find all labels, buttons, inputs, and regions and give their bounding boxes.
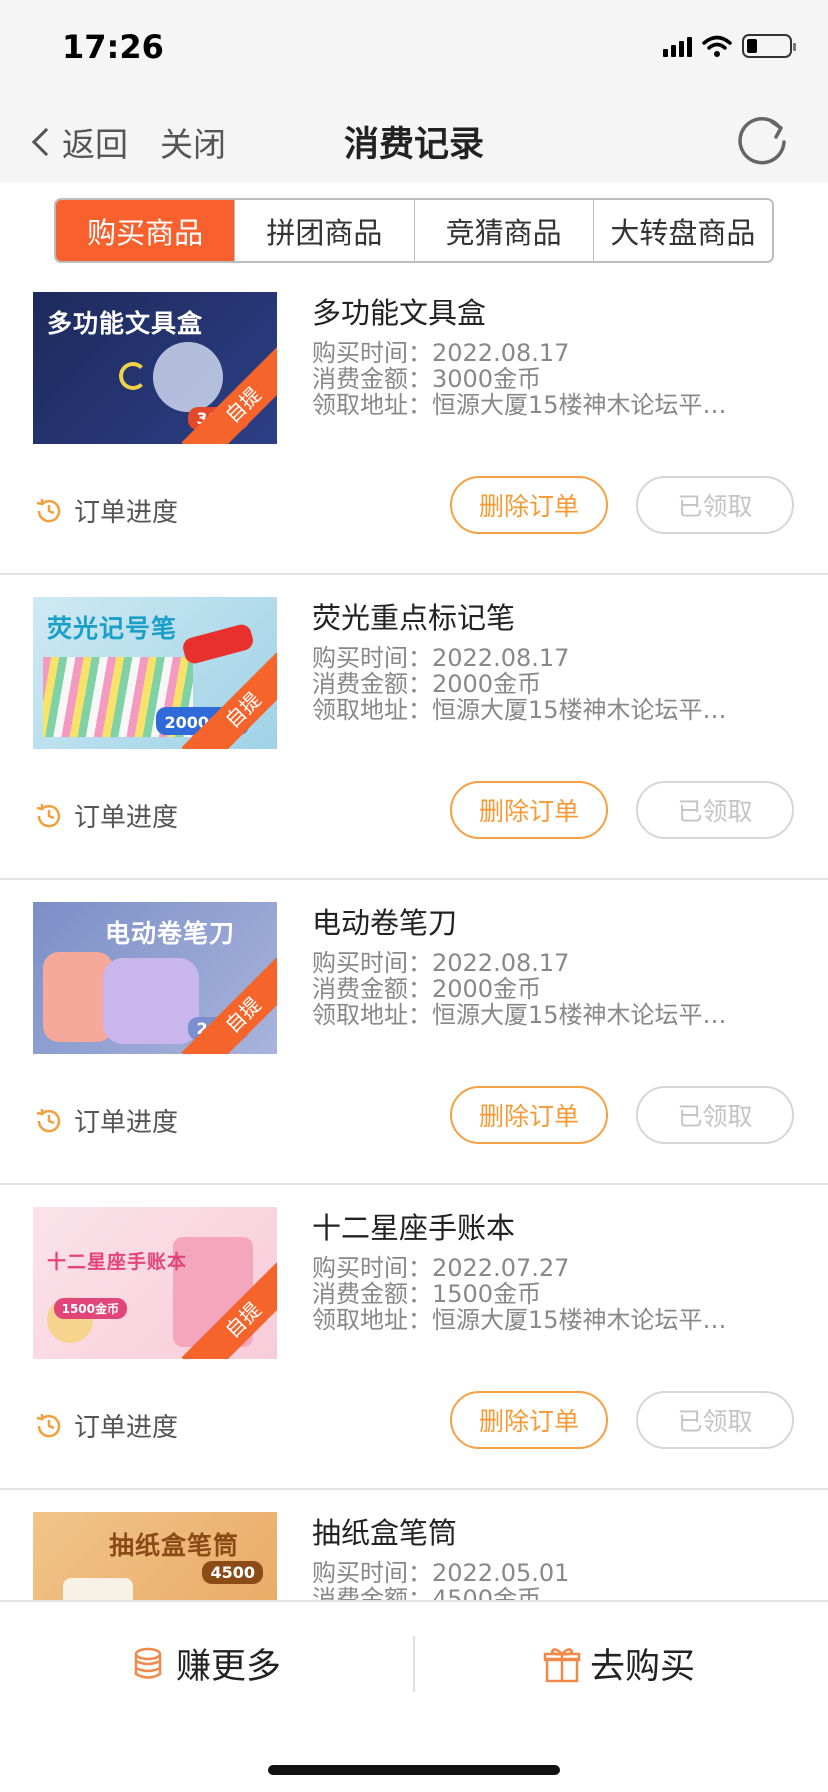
order-progress-label: 订单进度: [74, 498, 179, 528]
product-image-text: 电动卷笔刀: [105, 919, 236, 948]
product-name: 抽纸盒笔筒: [312, 1516, 458, 1550]
order-item: 抽纸盒笔筒 4500 抽纸盒笔筒 购买时间：2022.05.01 消费金额：45…: [0, 1490, 828, 1600]
product-image-text: 十二星座手账本: [47, 1251, 188, 1273]
tab-guess[interactable]: 竞猜商品: [414, 200, 594, 261]
spend-amount: 消费金额：1500金币: [312, 1280, 542, 1308]
order-item: 荧光记号笔 2000金币 自提 荧光重点标记笔 购买时间：2022.08.17 …: [0, 575, 828, 880]
delete-order-button[interactable]: 删除订单: [450, 781, 608, 839]
delete-order-button[interactable]: 删除订单: [450, 476, 608, 534]
bottom-bar: 赚更多 去购买: [0, 1600, 828, 1792]
battery-icon: [742, 34, 796, 58]
product-name: 电动卷笔刀: [312, 906, 458, 940]
tab-wheel[interactable]: 大转盘商品: [593, 200, 772, 261]
header: 17:26 返回 关闭 消费记录: [0, 0, 828, 183]
page-title: 消费记录: [343, 125, 484, 165]
status-icons: [663, 34, 796, 58]
pickup-address: 领取地址：恒源大厦15楼神木论坛平…: [312, 391, 727, 419]
earn-more-button[interactable]: 赚更多: [128, 1638, 281, 1689]
tab-purchase[interactable]: 购买商品: [56, 200, 236, 261]
pickup-address: 领取地址：恒源大厦15楼神木论坛平…: [312, 1001, 727, 1029]
spend-amount: 消费金额：2000金币: [312, 975, 542, 1003]
order-progress-link[interactable]: 订单进度: [34, 492, 178, 529]
signal-icon: [663, 35, 692, 57]
product-image: 多功能文具盒 3000 自提: [33, 292, 277, 444]
clock-history-icon: [36, 1413, 61, 1437]
order-progress-label: 订单进度: [74, 1108, 179, 1138]
order-list[interactable]: 多功能文具盒 3000 自提 多功能文具盒 购买时间：2022.08.17 消费…: [0, 270, 828, 1600]
purchase-time: 购买时间：2022.08.17: [312, 339, 570, 367]
clock-history-icon: [36, 803, 61, 827]
purchase-time: 购买时间：2022.07.27: [312, 1254, 570, 1282]
received-button[interactable]: 已领取: [636, 476, 794, 534]
order-progress-link[interactable]: 订单进度: [34, 797, 178, 834]
product-name: 十二星座手账本: [312, 1211, 516, 1245]
product-image-price: 1500金币: [53, 1298, 127, 1319]
go-buy-label: 去购买: [590, 1647, 696, 1687]
clock-history-icon: [36, 1108, 61, 1132]
product-image-text: 荧光记号笔: [47, 614, 178, 643]
status-time: 17:26: [62, 28, 164, 66]
home-indicator: [268, 1765, 560, 1775]
bottom-divider: [413, 1636, 415, 1692]
clock-history-icon: [36, 498, 61, 522]
wifi-icon: [702, 35, 732, 57]
order-item: 十二星座手账本 1500金币 自提 十二星座手账本 购买时间：2022.07.2…: [0, 1185, 828, 1490]
product-image: 十二星座手账本 1500金币 自提: [33, 1207, 277, 1359]
product-image: 电动卷笔刀 2000 自提: [33, 902, 277, 1054]
received-button[interactable]: 已领取: [636, 1391, 794, 1449]
spend-amount: 消费金额：3000金币: [312, 365, 542, 393]
delete-order-button[interactable]: 删除订单: [450, 1391, 608, 1449]
product-name: 荧光重点标记笔: [312, 601, 516, 635]
order-item: 多功能文具盒 3000 自提 多功能文具盒 购买时间：2022.08.17 消费…: [0, 270, 828, 575]
spend-amount: 消费金额：4500金币: [312, 1585, 542, 1600]
product-name: 多功能文具盒: [312, 296, 487, 330]
gift-icon: [543, 1647, 581, 1682]
order-progress-label: 订单进度: [74, 1413, 179, 1443]
tab-group-buy[interactable]: 拼团商品: [235, 200, 415, 261]
order-progress-link[interactable]: 订单进度: [34, 1102, 178, 1139]
product-image-text: 多功能文具盒: [47, 309, 204, 338]
order-progress-label: 订单进度: [74, 803, 179, 833]
purchase-time: 购买时间：2022.08.17: [312, 949, 570, 977]
order-progress-link[interactable]: 订单进度: [34, 1407, 178, 1444]
spend-amount: 消费金额：2000金币: [312, 670, 542, 698]
product-image-text: 抽纸盒笔筒: [109, 1531, 240, 1560]
pickup-address: 领取地址：恒源大厦15楼神木论坛平…: [312, 696, 727, 724]
purchase-time: 购买时间：2022.08.17: [312, 644, 570, 672]
coins-icon: [134, 1647, 162, 1679]
product-image-price: 4500: [202, 1561, 263, 1584]
product-image: 抽纸盒笔筒 4500: [33, 1512, 277, 1600]
received-button[interactable]: 已领取: [636, 1086, 794, 1144]
purchase-time: 购买时间：2022.05.01: [312, 1559, 570, 1587]
pickup-ribbon: 自提: [181, 648, 277, 749]
pickup-address: 领取地址：恒源大厦15楼神木论坛平…: [312, 1306, 727, 1334]
refresh-icon[interactable]: [734, 112, 790, 168]
product-image: 荧光记号笔 2000金币 自提: [33, 597, 277, 749]
earn-more-label: 赚更多: [176, 1647, 282, 1687]
received-button[interactable]: 已领取: [636, 781, 794, 839]
order-item: 电动卷笔刀 2000 自提 电动卷笔刀 购买时间：2022.08.17 消费金额…: [0, 880, 828, 1185]
delete-order-button[interactable]: 删除订单: [450, 1086, 608, 1144]
category-tabs: 购买商品 拼团商品 竞猜商品 大转盘商品: [54, 198, 774, 263]
go-buy-button[interactable]: 去购买: [542, 1638, 695, 1689]
